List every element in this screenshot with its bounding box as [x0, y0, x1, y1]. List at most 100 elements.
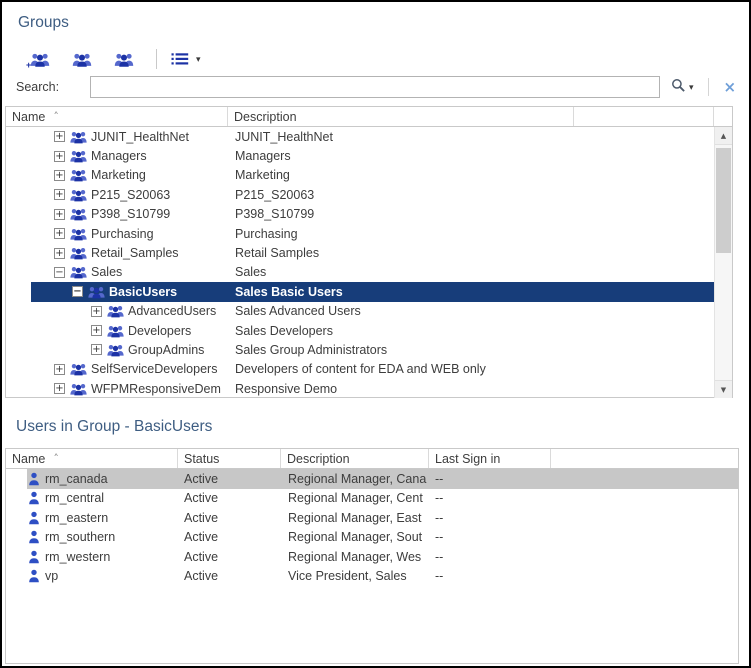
user-last-sign-in: -- [429, 511, 551, 525]
user-row[interactable]: rm_southern Active Regional Manager, Sou… [6, 528, 738, 548]
expand-toggle-icon[interactable]: + [54, 383, 65, 394]
users-column-header-description-label: Description [287, 452, 350, 466]
user-row[interactable]: vp Active Vice President, Sales -- [6, 567, 738, 587]
group-name: GroupAdmins [128, 343, 204, 357]
groups-tree: Name ˄ Description +JUNIT_HealthNet JUNI… [5, 106, 733, 398]
user-status: Active [178, 472, 281, 486]
view-menu-button[interactable]: ▾ [169, 50, 203, 68]
edit-group-button[interactable] [70, 50, 98, 69]
search-bar: Search: ▾ × [16, 76, 740, 98]
column-header-description[interactable]: Description [228, 107, 574, 126]
expand-toggle-icon[interactable]: + [54, 170, 65, 181]
tree-header: Name ˄ Description [6, 107, 732, 127]
tree-row[interactable]: +P398_S10799 P398_S10799 [6, 205, 732, 224]
user-row[interactable]: rm_central Active Regional Manager, Cent… [6, 489, 738, 509]
expand-toggle-icon[interactable]: + [91, 325, 102, 336]
groups-window: Groups + ▾ Search: ▾ × Name [0, 0, 751, 668]
user-row[interactable]: rm_eastern Active Regional Manager, East… [6, 508, 738, 528]
search-input[interactable] [90, 76, 660, 98]
group-icon [107, 343, 124, 357]
search-label: Search: [16, 80, 62, 94]
user-row[interactable]: rm_western Active Regional Manager, Wes … [6, 547, 738, 567]
group-name: Marketing [91, 168, 146, 182]
tree-row[interactable]: + Retail_Samples Retail Samples [6, 243, 732, 262]
expand-toggle-icon[interactable]: + [54, 248, 65, 259]
group-description: Sales Group Administrators [228, 343, 574, 357]
expand-toggle-icon[interactable]: + [54, 209, 65, 220]
group-new-icon [30, 52, 50, 67]
user-status: Active [178, 550, 281, 564]
chevron-down-icon: ▾ [196, 54, 201, 65]
user-icon [28, 472, 40, 486]
group-description: Purchasing [228, 227, 574, 241]
tree-scrollbar[interactable]: ▲ ▼ [714, 127, 732, 398]
collapse-toggle-icon[interactable]: − [54, 267, 65, 278]
expand-toggle-icon[interactable]: + [54, 131, 65, 142]
user-icon [28, 530, 40, 544]
group-name: Retail_Samples [91, 246, 179, 260]
user-name: rm_central [45, 491, 104, 505]
tree-body: +JUNIT_HealthNet JUNIT_HealthNet +Manage… [6, 127, 732, 398]
clear-search-button[interactable]: × [720, 80, 741, 94]
tree-row[interactable]: +Purchasing Purchasing [6, 224, 732, 243]
tree-row[interactable]: +JUNIT_HealthNet JUNIT_HealthNet [6, 127, 732, 146]
group-description: P398_S10799 [228, 207, 574, 221]
group-icon [70, 188, 87, 202]
new-group-button[interactable]: + [28, 50, 56, 69]
user-row-highlighted[interactable]: rm_canada Active Regional Manager, Cana … [6, 469, 738, 489]
expand-toggle-icon[interactable]: + [54, 151, 65, 162]
group-icon [70, 227, 87, 241]
group-description: P215_S20063 [228, 188, 574, 202]
expand-toggle-icon[interactable]: + [54, 228, 65, 239]
search-separator [708, 78, 709, 96]
tree-row[interactable]: +P215_S20063 P215_S20063 [6, 185, 732, 204]
tree-row[interactable]: +WFPMResponsiveDem Responsive Demo [6, 379, 732, 398]
tree-row[interactable]: + Managers Managers [6, 146, 732, 165]
group-description: Sales Developers [228, 324, 574, 338]
users-column-header-name[interactable]: Name ˄ [6, 449, 178, 468]
group-description: Retail Samples [228, 246, 574, 260]
group-icon [70, 362, 87, 376]
user-description: Vice President, Sales [281, 569, 429, 583]
collapse-toggle-icon[interactable]: − [72, 286, 83, 297]
users-column-header-name-label: Name [12, 452, 45, 466]
expand-toggle-icon[interactable]: + [91, 344, 102, 355]
sort-asc-icon: ˄ [53, 110, 59, 123]
user-status: Active [178, 491, 281, 505]
group-name: Managers [91, 149, 147, 163]
user-icon [28, 550, 40, 564]
group-description: Developers of content for EDA and WEB on… [228, 362, 574, 376]
group-people-icon [114, 52, 134, 67]
user-name: rm_canada [45, 472, 108, 486]
expand-toggle-icon[interactable]: + [54, 364, 65, 375]
delete-group-button[interactable] [112, 50, 140, 69]
users-column-header-last-sign-in[interactable]: Last Sign in [429, 449, 551, 468]
users-column-header-description[interactable]: Description [281, 449, 429, 468]
tree-row[interactable]: +SelfServiceDevelopers Developers of con… [6, 360, 732, 379]
user-last-sign-in: -- [429, 530, 551, 544]
expand-toggle-icon[interactable]: + [91, 306, 102, 317]
column-header-name[interactable]: Name ˄ [6, 107, 228, 126]
tree-row[interactable]: +Developers Sales Developers [6, 321, 732, 340]
scrollbar-thumb[interactable] [716, 148, 731, 253]
plus-badge-icon: + [26, 60, 31, 70]
search-button[interactable]: ▾ [670, 77, 695, 97]
tree-row-selected[interactable]: −BasicUsers Sales Basic Users [6, 282, 732, 301]
user-last-sign-in: -- [429, 472, 551, 486]
group-icon [107, 324, 124, 338]
expand-toggle-icon[interactable]: + [54, 189, 65, 200]
users-column-header-status[interactable]: Status [178, 449, 281, 468]
scroll-up-icon[interactable]: ▲ [715, 127, 732, 145]
scroll-down-icon[interactable]: ▼ [715, 380, 732, 398]
tree-row[interactable]: + GroupAdmins Sales Group Administrators [6, 340, 732, 359]
tree-row[interactable]: −Sales Sales [6, 263, 732, 282]
search-icon [671, 78, 686, 96]
group-description: Sales Basic Users [228, 285, 574, 299]
user-last-sign-in: -- [429, 491, 551, 505]
tree-row[interactable]: +AdvancedUsers Sales Advanced Users [6, 302, 732, 321]
user-description: Regional Manager, Sout [281, 530, 429, 544]
group-description: Managers [228, 149, 574, 163]
users-table: Name ˄ Status Description Last Sign in r… [5, 448, 739, 664]
tree-row[interactable]: +Marketing Marketing [6, 166, 732, 185]
group-name: JUNIT_HealthNet [91, 130, 189, 144]
